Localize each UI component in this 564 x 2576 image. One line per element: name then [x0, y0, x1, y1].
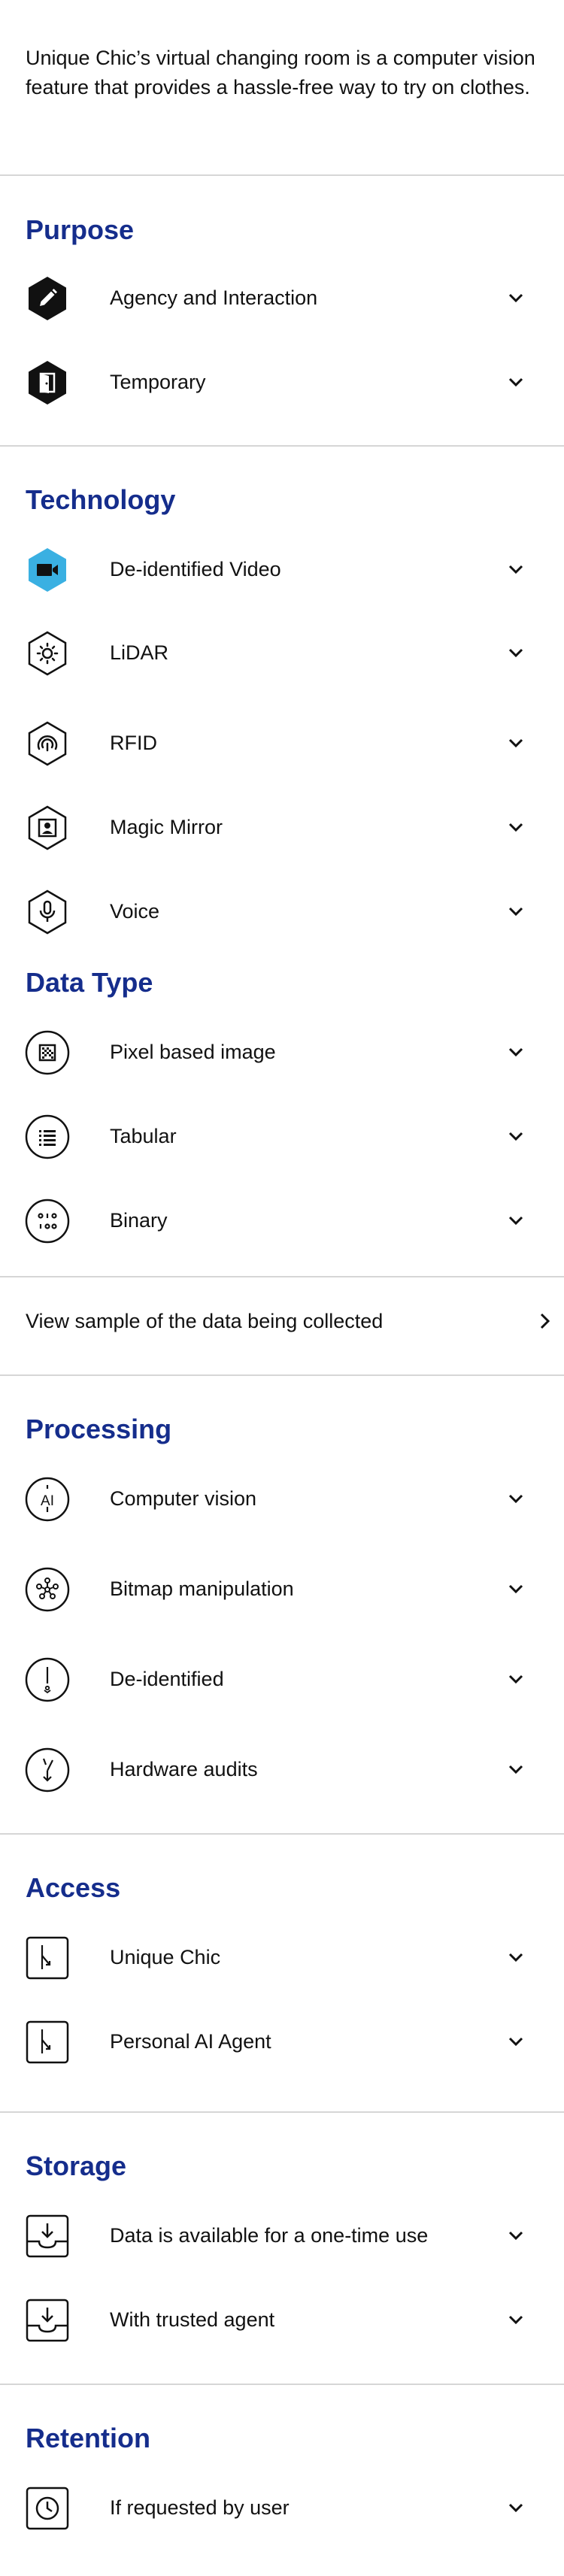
- item-label: With trusted agent: [110, 2308, 275, 2331]
- processing-item-de-identified[interactable]: De-identified: [0, 1649, 564, 1709]
- chevron-down-icon[interactable]: [505, 2225, 526, 2246]
- chevron-down-icon[interactable]: [505, 1488, 526, 1509]
- item-label: Agency and Interaction: [110, 286, 318, 309]
- item-label: De-identified: [110, 1668, 224, 1690]
- chevron-down-icon[interactable]: [505, 1578, 526, 1599]
- item-label: RFID: [110, 732, 157, 754]
- chevron-down-icon[interactable]: [505, 2309, 526, 2330]
- data-type-item-binary[interactable]: Binary: [0, 1190, 564, 1250]
- rfid-signal-icon: [24, 720, 71, 767]
- item-label: Pixel based image: [110, 1041, 276, 1063]
- divider: [0, 2111, 564, 2113]
- chevron-down-icon[interactable]: [505, 559, 526, 580]
- view-data-sample-link[interactable]: View sample of the data being collected: [0, 1286, 564, 1356]
- chevron-down-icon[interactable]: [505, 1947, 526, 1968]
- processing-item-computer-vision[interactable]: AI Computer vision: [0, 1468, 564, 1529]
- hardware-audit-icon: [24, 1747, 71, 1793]
- access-branch-icon: [24, 2019, 71, 2065]
- mirror-person-icon: [24, 805, 71, 851]
- inbox-download-icon: [24, 2213, 71, 2259]
- section-title-storage: Storage: [26, 2150, 127, 2181]
- chevron-down-icon[interactable]: [505, 1759, 526, 1780]
- divider: [0, 174, 564, 176]
- item-label: Voice: [110, 900, 160, 923]
- clock-icon: [24, 2485, 71, 2532]
- technology-item-voice[interactable]: Voice: [0, 881, 564, 941]
- video-camera-icon: [24, 547, 71, 593]
- section-title-data-type: Data Type: [26, 967, 153, 998]
- processing-item-hardware-audits[interactable]: Hardware audits: [0, 1739, 564, 1799]
- item-label: Temporary: [110, 371, 206, 393]
- svg-text:AI: AI: [41, 1493, 54, 1509]
- section-title-processing: Processing: [26, 1414, 172, 1444]
- item-label: If requested by user: [110, 2496, 290, 2519]
- divider: [0, 1276, 564, 1277]
- storage-item-trusted-agent[interactable]: With trusted agent: [0, 2290, 564, 2350]
- bitmap-nodes-icon: [24, 1566, 71, 1613]
- section-title-access: Access: [26, 1872, 121, 1903]
- access-item-unique-chic[interactable]: Unique Chic: [0, 1927, 564, 1987]
- item-label: Unique Chic: [110, 1946, 221, 1968]
- chevron-down-icon[interactable]: [505, 1041, 526, 1062]
- item-label: Hardware audits: [110, 1758, 258, 1780]
- chevron-down-icon[interactable]: [505, 2031, 526, 2052]
- pixel-image-icon: [24, 1029, 71, 1076]
- chevron-down-icon[interactable]: [505, 1126, 526, 1147]
- technology-item-video[interactable]: De-identified Video: [0, 539, 564, 599]
- section-title-purpose: Purpose: [26, 214, 135, 245]
- item-label: De-identified Video: [110, 558, 281, 580]
- ai-icon: AI: [24, 1476, 71, 1523]
- chevron-down-icon[interactable]: [505, 901, 526, 922]
- technology-item-rfid[interactable]: RFID: [0, 713, 564, 773]
- de-identified-icon: [24, 1656, 71, 1703]
- section-title-retention: Retention: [26, 2423, 150, 2453]
- chevron-down-icon[interactable]: [505, 1668, 526, 1690]
- divider: [0, 2384, 564, 2385]
- access-branch-icon: [24, 1935, 71, 1981]
- divider: [0, 1374, 564, 1376]
- item-label: Tabular: [110, 1125, 177, 1147]
- intro-text: Unique Chic’s virtual changing room is a…: [26, 47, 535, 98]
- data-type-item-tabular[interactable]: Tabular: [0, 1106, 564, 1166]
- item-label: LiDAR: [110, 641, 169, 664]
- access-item-personal-ai-agent[interactable]: Personal AI Agent: [0, 2011, 564, 2071]
- pencil-icon: [24, 275, 71, 322]
- purpose-item-agency[interactable]: Agency and Interaction: [0, 268, 564, 328]
- purpose-item-temporary[interactable]: Temporary: [0, 352, 564, 412]
- chevron-down-icon[interactable]: [505, 1210, 526, 1231]
- section-title-technology: Technology: [26, 484, 176, 515]
- technology-item-magic-mirror[interactable]: Magic Mirror: [0, 797, 564, 857]
- door-exit-icon: [24, 359, 71, 406]
- item-label: Binary: [110, 1209, 168, 1232]
- binary-icon: [24, 1198, 71, 1244]
- item-label: Magic Mirror: [110, 816, 223, 838]
- divider: [0, 445, 564, 447]
- data-type-item-pixel[interactable]: Pixel based image: [0, 1022, 564, 1082]
- retention-item-if-requested[interactable]: If requested by user: [0, 2478, 564, 2538]
- storage-item-one-time-use[interactable]: Data is available for a one-time use: [0, 2205, 564, 2265]
- microphone-icon: [24, 889, 71, 935]
- inbox-download-icon: [24, 2297, 71, 2344]
- item-label: Personal AI Agent: [110, 2030, 271, 2053]
- item-label: Computer vision: [110, 1487, 257, 1510]
- list-table-icon: [24, 1114, 71, 1160]
- chevron-down-icon[interactable]: [505, 287, 526, 308]
- processing-item-bitmap[interactable]: Bitmap manipulation: [0, 1559, 564, 1619]
- chevron-right-icon: [534, 1311, 555, 1332]
- item-label: Data is available for a one-time use: [110, 2224, 429, 2247]
- technology-item-lidar[interactable]: LiDAR: [0, 623, 564, 683]
- chevron-down-icon[interactable]: [505, 371, 526, 392]
- chevron-down-icon[interactable]: [505, 817, 526, 838]
- chevron-down-icon[interactable]: [505, 642, 526, 663]
- item-label: Bitmap manipulation: [110, 1577, 294, 1600]
- divider: [0, 1833, 564, 1835]
- lidar-sun-icon: [24, 630, 71, 677]
- chevron-down-icon[interactable]: [505, 732, 526, 753]
- chevron-down-icon[interactable]: [505, 2497, 526, 2518]
- link-label: View sample of the data being collected: [26, 1310, 384, 1332]
